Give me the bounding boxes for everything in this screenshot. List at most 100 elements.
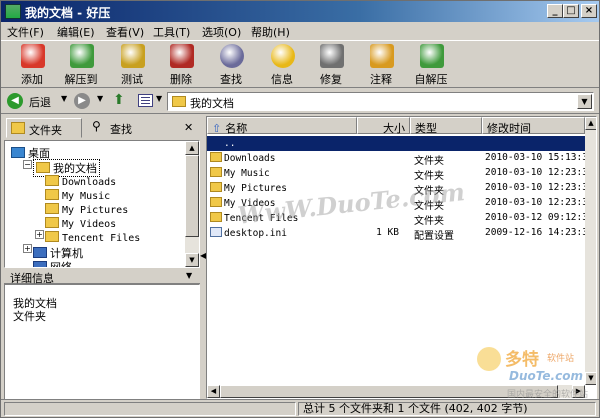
toolbar-button[interactable]: 测试: [109, 43, 155, 87]
tree-item[interactable]: My Music: [45, 189, 110, 202]
app-window: 我的文档 - 好压 _ □ × 文件(F) 编辑(E) 查看(V) 工具(T) …: [0, 0, 600, 418]
close-panel-icon[interactable]: ✕: [184, 121, 193, 134]
forward-arrow-icon[interactable]: ▶: [74, 93, 90, 109]
menu-tools[interactable]: 工具(T): [153, 24, 190, 40]
chevron-down-icon[interactable]: ▼: [186, 271, 192, 280]
file-name: Downloads: [224, 153, 276, 164]
file-row[interactable]: ..: [207, 136, 585, 151]
file-name-cell: Downloads: [210, 152, 275, 164]
tree-item[interactable]: My Pictures: [45, 203, 128, 216]
view-dropdown-icon[interactable]: ▼: [156, 94, 162, 103]
folder-icon: [210, 197, 222, 207]
menu-bar: 文件(F) 编辑(E) 查看(V) 工具(T) 选项(O) 帮助(H): [1, 22, 599, 40]
folder-icon: [210, 152, 222, 162]
scroll-down-icon[interactable]: ▼: [185, 253, 199, 267]
tree-item-label: My Pictures: [62, 205, 129, 216]
logo-mascot-icon: [477, 347, 501, 371]
tab-folders-label: 文件夹: [29, 124, 62, 137]
tree-item[interactable]: Tencent Files: [45, 231, 140, 244]
details-header[interactable]: 详细信息 ▼: [4, 268, 200, 285]
toolbar-button[interactable]: 删除: [158, 43, 204, 87]
tree-item-label: 我的文档: [53, 162, 97, 175]
logo-big: 多特: [505, 350, 539, 370]
address-path: 我的文档: [190, 97, 234, 110]
tree-item-label: Downloads: [62, 177, 117, 188]
folder-icon: [210, 182, 222, 192]
folder-icon: [45, 217, 59, 228]
forward-dropdown-icon[interactable]: ▼: [97, 94, 103, 103]
scroll-up-icon[interactable]: ▲: [585, 117, 596, 130]
toolbar-button-label: 注释: [370, 73, 392, 86]
tree-scrollbar[interactable]: ▲ ▼: [185, 141, 199, 267]
folder-icon: [45, 203, 59, 214]
minimize-button[interactable]: _: [547, 4, 563, 18]
tree-collapse-icon[interactable]: −: [23, 160, 32, 169]
file-name: ..: [224, 138, 236, 149]
navigation-bar: ◀ 后退 ▼ ▶ ▼ ⬆ ▼ 我的文档 ▼: [1, 88, 599, 114]
column-size[interactable]: 大小: [357, 117, 410, 135]
toolbar-button[interactable]: 查找: [208, 43, 254, 87]
column-name[interactable]: ⇧ 名称: [207, 117, 357, 135]
status-summary: 总计 5 个文件夹和 1 个文件 (402, 402 字节): [298, 402, 596, 416]
scroll-up-icon[interactable]: ▲: [185, 141, 199, 155]
toolbar-button[interactable]: 自解压: [408, 43, 454, 87]
menu-file[interactable]: 文件(F): [7, 24, 44, 40]
tab-search[interactable]: ⚲ 查找: [88, 118, 160, 138]
toolbar-button-label: 添加: [21, 73, 43, 86]
toolbar-button[interactable]: 解压到: [58, 43, 104, 87]
address-dropdown-button[interactable]: ▼: [577, 94, 592, 109]
self-extract-icon: [420, 44, 444, 68]
title-bar[interactable]: 我的文档 - 好压 _ □ ×: [1, 1, 599, 22]
folder-icon: [45, 231, 59, 242]
back-dropdown-icon[interactable]: ▼: [61, 94, 67, 103]
repair-wrench-icon: [320, 44, 344, 68]
file-modified: 2010-03-10 12:23:37: [485, 167, 594, 178]
toolbar-button-label: 信息: [271, 73, 293, 86]
file-modified: 2009-12-16 14:23:36: [485, 227, 594, 238]
close-button[interactable]: ×: [581, 4, 597, 18]
toolbar-button[interactable]: 注释: [358, 43, 404, 87]
address-field[interactable]: 我的文档 ▼: [167, 92, 594, 111]
menu-help[interactable]: 帮助(H): [251, 24, 290, 40]
folder-tree[interactable]: − + + ▲ ▼ 桌面 我的文档 Downloads My Music My Pict…: [4, 140, 200, 268]
column-modified[interactable]: 修改时间: [482, 117, 585, 135]
scroll-thumb[interactable]: [185, 155, 199, 237]
tree-item[interactable]: 网络: [33, 259, 72, 268]
toolbar-button[interactable]: 信息: [259, 43, 305, 87]
tree-item[interactable]: Downloads: [45, 175, 116, 188]
file-row[interactable]: My Music 文件夹 2010-03-10 12:23:37: [207, 166, 594, 182]
comment-pencil-icon: [370, 44, 394, 68]
back-button[interactable]: 后退: [29, 94, 51, 110]
toolbar-button[interactable]: 添加: [9, 43, 55, 87]
menu-edit[interactable]: 编辑(E): [57, 24, 95, 40]
back-arrow-icon[interactable]: ◀: [7, 93, 23, 109]
tree-expand-icon[interactable]: +: [35, 230, 44, 239]
toolbar-button-label: 修复: [320, 73, 342, 86]
view-mode-icon[interactable]: [138, 94, 153, 107]
maximize-button[interactable]: □: [563, 4, 579, 18]
toolbar-button[interactable]: 修复: [308, 43, 354, 87]
folder-icon: [45, 189, 59, 200]
toolbar-button-label: 解压到: [64, 73, 98, 86]
file-modified: 2010-03-10 12:23:37: [485, 197, 594, 208]
file-row[interactable]: desktop.ini 1 KB 配置设置 2009-12-16 14:23:36: [207, 226, 594, 242]
extract-to-icon: [70, 44, 94, 68]
scroll-left-icon[interactable]: ◀: [207, 385, 220, 398]
menu-view[interactable]: 查看(V): [106, 24, 144, 40]
tree-item-label: 网络: [50, 261, 72, 268]
file-row[interactable]: Downloads 文件夹 2010-03-10 15:13:35: [207, 151, 594, 167]
file-name: desktop.ini: [224, 228, 287, 239]
logo-url: DuoTe.com: [509, 369, 583, 383]
up-folder-icon: [210, 137, 222, 147]
column-header: ⇧ 名称 大小 类型 修改时间: [207, 117, 585, 135]
menu-options[interactable]: 选项(O): [202, 24, 241, 40]
file-type: 配置设置: [414, 231, 454, 242]
column-type[interactable]: 类型: [410, 117, 482, 135]
tab-folders[interactable]: 文件夹: [6, 118, 82, 138]
up-folder-icon[interactable]: ⬆: [113, 93, 127, 109]
desktop-icon: [11, 147, 25, 158]
tree-item[interactable]: My Videos: [45, 217, 116, 230]
file-modified: 2010-03-10 15:13:35: [485, 152, 594, 163]
tree-expand-icon[interactable]: +: [23, 244, 32, 253]
file-name: My Music: [224, 168, 270, 179]
